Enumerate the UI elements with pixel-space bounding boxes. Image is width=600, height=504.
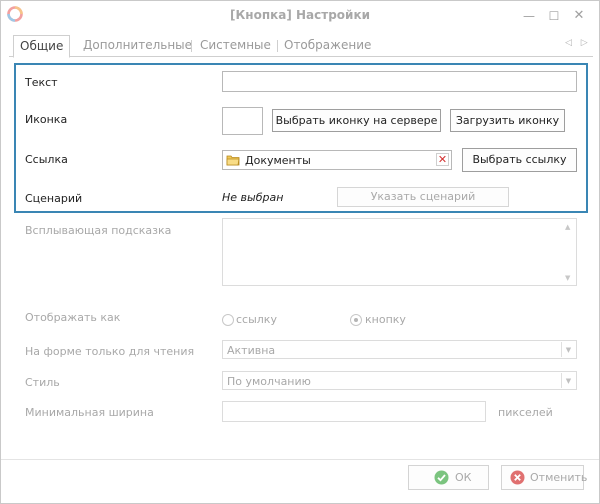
icon-preview[interactable] bbox=[222, 107, 263, 135]
scenario-value: Не выбран bbox=[222, 191, 284, 204]
ok-label: ОК bbox=[455, 471, 472, 484]
cancel-icon bbox=[510, 470, 525, 485]
text-label: Текст bbox=[25, 76, 58, 89]
readonly-form-label: На форме только для чтения bbox=[25, 345, 195, 358]
display-as-label: Отображать как bbox=[25, 311, 121, 324]
link-field[interactable]: Документы ✕ bbox=[222, 150, 452, 170]
readonly-form-select[interactable]: Активна ▼ bbox=[222, 340, 577, 359]
tab-general[interactable]: Общие bbox=[13, 35, 71, 58]
tooltip-label: Всплывающая подсказка bbox=[25, 224, 172, 237]
readonly-form-value: Активна bbox=[227, 344, 276, 357]
tab-display[interactable]: Отображение bbox=[278, 35, 377, 57]
style-select[interactable]: По умолчанию ▼ bbox=[222, 371, 577, 390]
folder-icon bbox=[226, 155, 240, 166]
tooltip-textarea[interactable]: ▲ ▼ bbox=[222, 218, 577, 286]
radio-button-label: кнопку bbox=[365, 313, 406, 326]
choose-link-button[interactable]: Выбрать ссылку bbox=[462, 148, 577, 172]
text-input[interactable] bbox=[222, 71, 577, 92]
minimize-icon[interactable]: — bbox=[520, 7, 538, 25]
maximize-icon[interactable]: ☐ bbox=[545, 7, 563, 25]
settings-window: [Кнопка] Настройки — ☐ ✕ Общие Дополните… bbox=[0, 0, 600, 504]
choose-icon-on-server-button[interactable]: Выбрать иконку на сервере bbox=[272, 109, 441, 132]
dropdown-arrow-icon[interactable]: ▼ bbox=[561, 373, 575, 388]
min-width-input[interactable] bbox=[222, 401, 486, 422]
clear-link-icon[interactable]: ✕ bbox=[436, 153, 449, 166]
min-width-label: Минимальная ширина bbox=[25, 406, 154, 419]
checkmark-icon bbox=[434, 470, 449, 485]
tab-scroll-arrows-icon[interactable]: ◁ ▷ bbox=[565, 38, 591, 48]
close-icon[interactable]: ✕ bbox=[570, 7, 588, 25]
style-label: Стиль bbox=[25, 376, 60, 389]
ok-button[interactable]: ОК bbox=[408, 465, 489, 490]
min-width-unit: пикселей bbox=[498, 406, 553, 419]
dropdown-arrow-icon[interactable]: ▼ bbox=[561, 342, 575, 357]
specify-scenario-button[interactable]: Указать сценарий bbox=[337, 187, 509, 207]
scroll-down-icon[interactable]: ▼ bbox=[565, 274, 570, 282]
tab-bar: Общие Дополнительные Системные Отображен… bbox=[9, 35, 593, 58]
radio-link-label: ссылку bbox=[236, 313, 277, 326]
link-value: Документы bbox=[245, 154, 311, 167]
cancel-button[interactable]: Отменить bbox=[501, 465, 588, 490]
link-label: Ссылка bbox=[25, 153, 68, 166]
style-value: По умолчанию bbox=[227, 375, 311, 388]
footer-divider bbox=[1, 459, 599, 460]
radio-link[interactable] bbox=[222, 314, 234, 326]
upload-icon-button[interactable]: Загрузить иконку bbox=[450, 109, 565, 132]
tab-separator bbox=[191, 40, 192, 52]
icon-label: Иконка bbox=[25, 113, 68, 126]
radio-button[interactable] bbox=[350, 314, 362, 326]
tooltip-scrollbar[interactable]: ▲ ▼ bbox=[563, 220, 575, 284]
window-title: [Кнопка] Настройки bbox=[229, 8, 371, 22]
scenario-label: Сценарий bbox=[25, 192, 83, 205]
title-bar[interactable]: [Кнопка] Настройки — ☐ ✕ bbox=[1, 1, 599, 33]
cancel-label: Отменить bbox=[530, 471, 588, 484]
tab-additional[interactable]: Дополнительные bbox=[77, 35, 198, 57]
tab-system[interactable]: Системные bbox=[194, 35, 277, 57]
scroll-up-icon[interactable]: ▲ bbox=[565, 223, 570, 231]
